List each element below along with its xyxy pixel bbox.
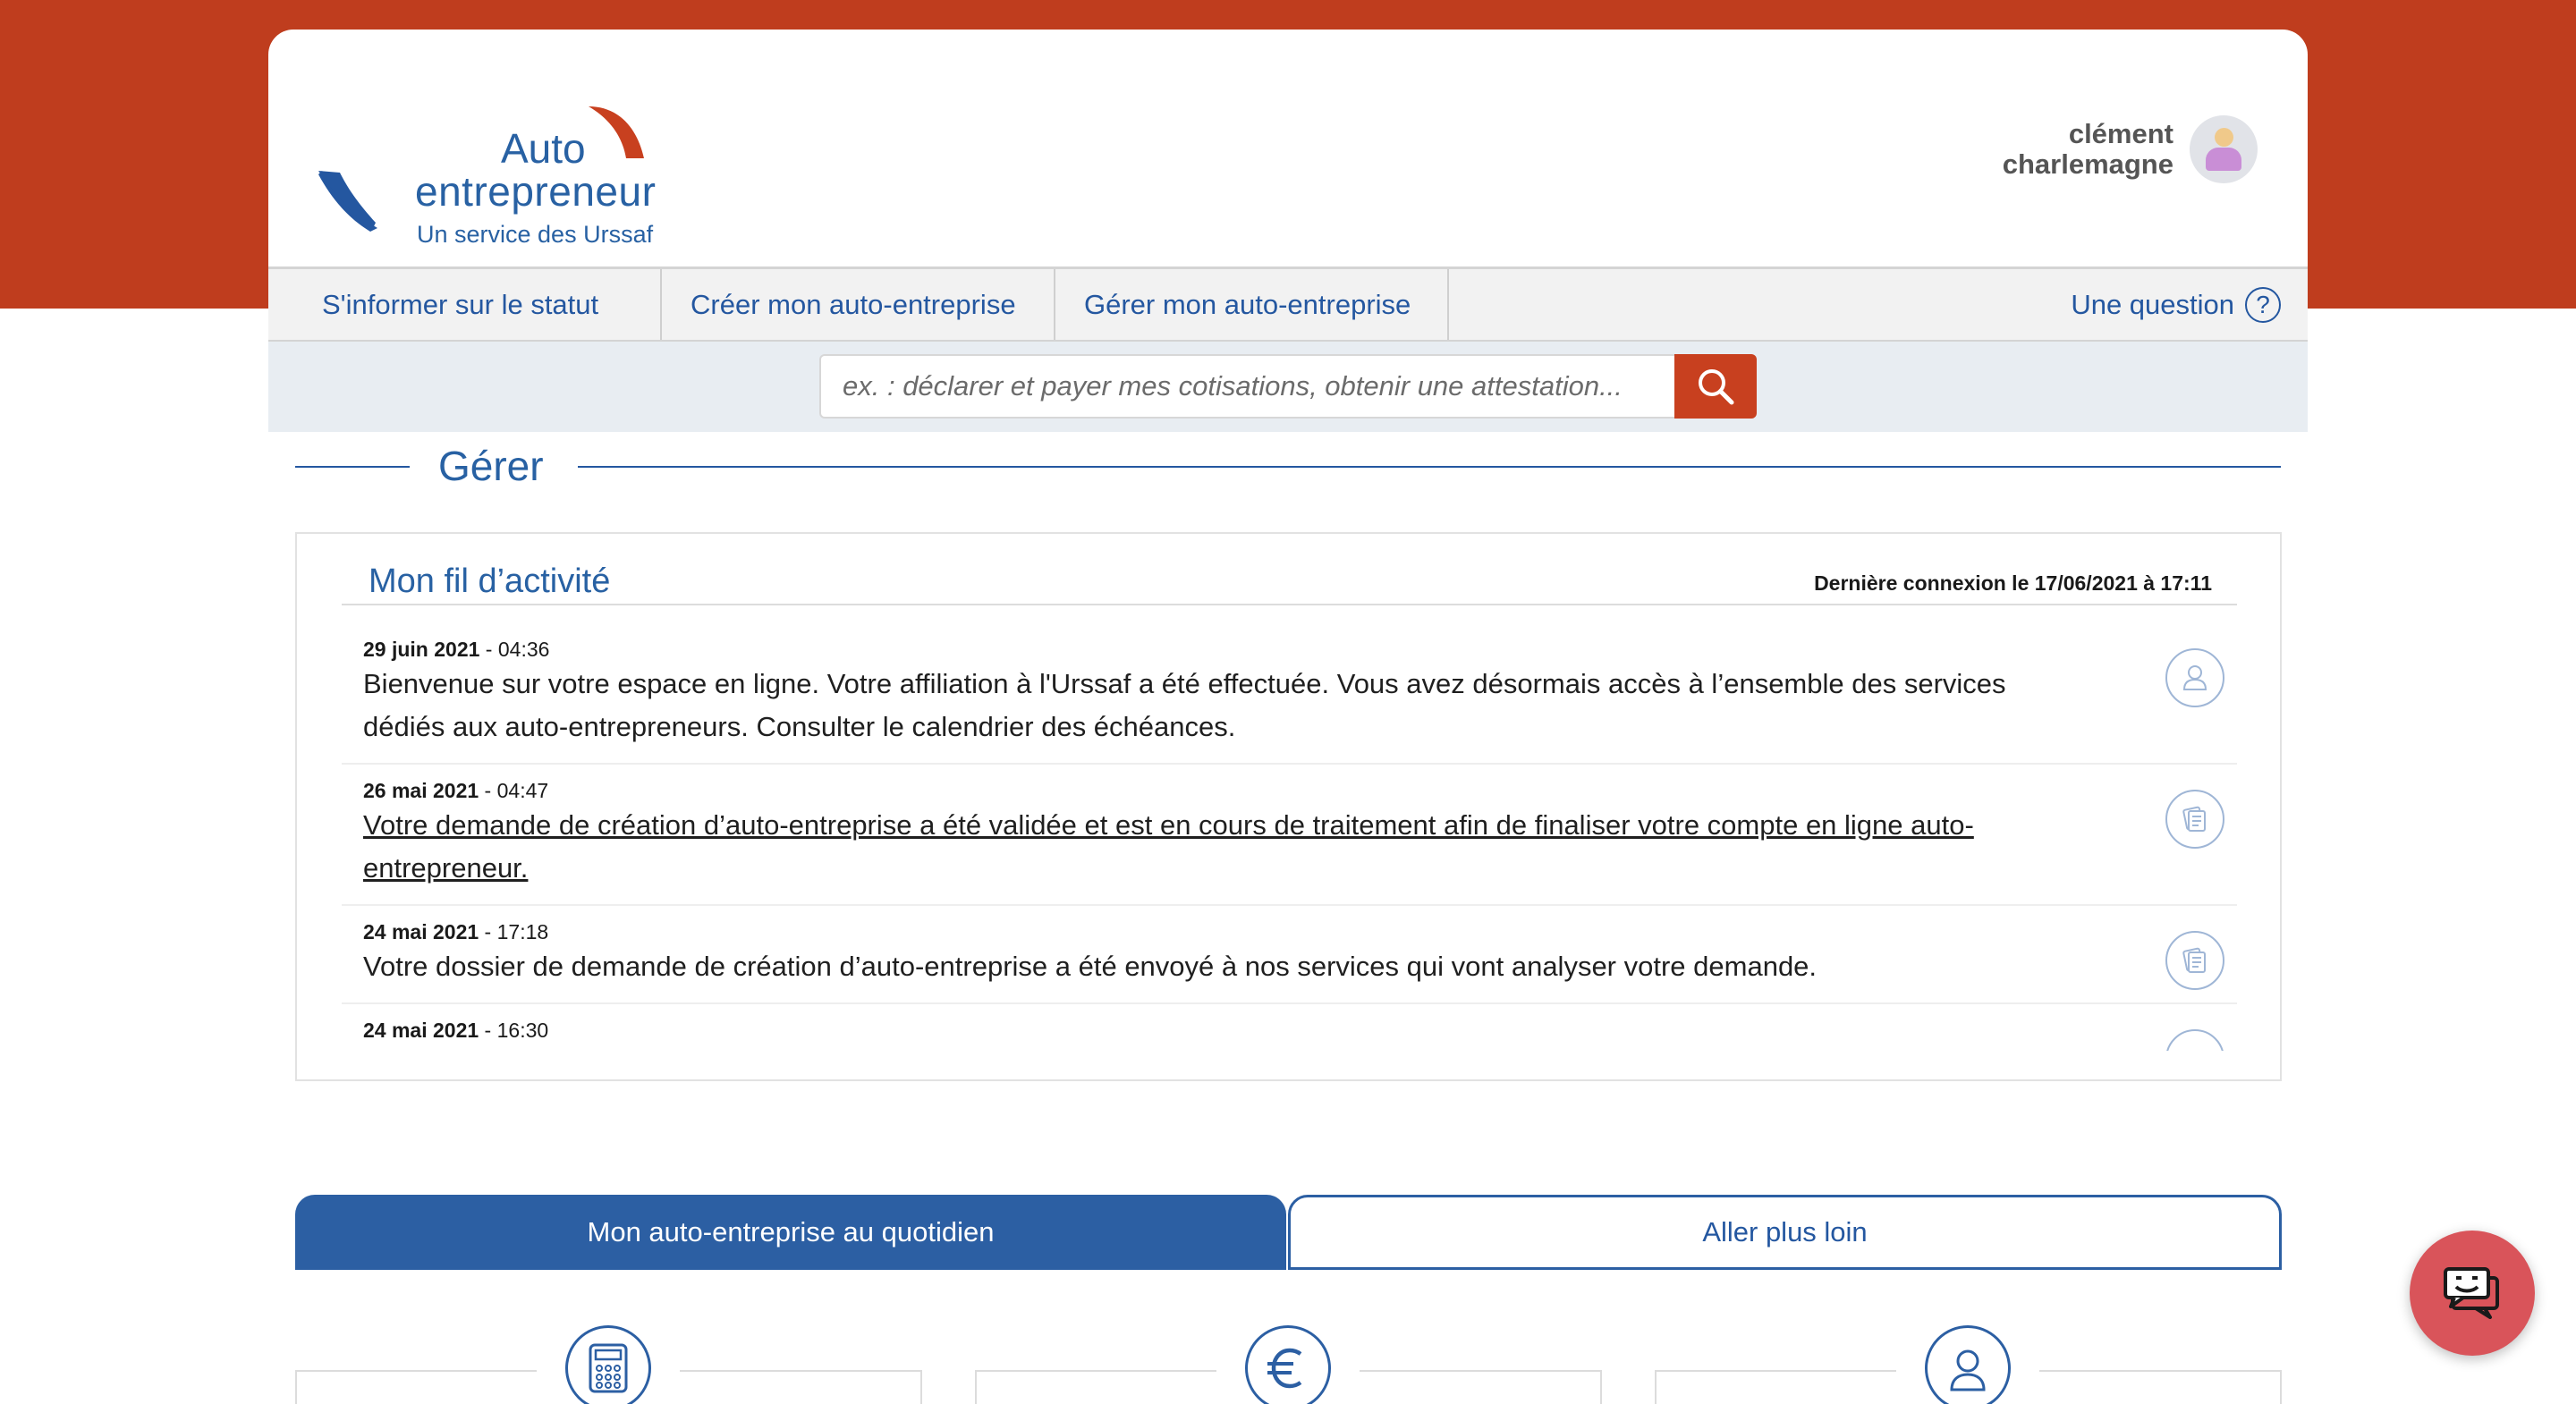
activity-header: Mon fil d’activité Dernière connexion le…: [342, 561, 2237, 605]
user-icon: [2165, 648, 2224, 707]
feature-card-euro[interactable]: [975, 1325, 1602, 1404]
activity-text: Votre dossier de demande de création d’a…: [363, 951, 1818, 982]
document-icon: [2165, 790, 2224, 849]
question-label: Une question: [2071, 288, 2234, 320]
last-connection: Dernière connexion le 17/06/2021 à 17:11: [1814, 571, 2212, 595]
question-icon: ?: [2245, 286, 2281, 323]
search-bar: [268, 342, 2308, 432]
section-title-line-right: [578, 466, 2281, 468]
activity-date-day: 26 mai 2021: [363, 779, 479, 802]
main-nav: S'informer sur le statut Créer mon auto-…: [268, 266, 2308, 342]
user-name[interactable]: clément charlemagne: [2003, 119, 2174, 180]
section-title-text: Gérer: [438, 443, 544, 489]
user-icon: [2165, 1029, 2224, 1051]
activity-title: Mon fil d’activité: [369, 562, 611, 600]
avatar-body: [2206, 148, 2241, 171]
activity-list[interactable]: 29 juin 2021 - 04:36 Bienvenue sur votre…: [342, 623, 2237, 1051]
activity-date-time: - 04:47: [479, 779, 549, 802]
dashboard-tabs: Mon auto-entreprise au quotidien Aller p…: [295, 1195, 2282, 1270]
tab-quotidien[interactable]: Mon auto-entreprise au quotidien: [295, 1195, 1286, 1270]
activity-date-day: 29 juin 2021: [363, 638, 480, 661]
activity-link[interactable]: Votre demande de création d’auto-entrepr…: [363, 804, 2058, 890]
activity-date-time: - 16:30: [479, 1019, 549, 1042]
avatar[interactable]: [2190, 115, 2258, 183]
logo-tagline: Un service des Urssaf: [417, 221, 654, 248]
activity-panel: Mon fil d’activité Dernière connexion le…: [295, 532, 2282, 1081]
activity-date-time: - 17:18: [479, 920, 549, 943]
nav-item-gerer[interactable]: Gérer mon auto-entreprise: [1055, 269, 1449, 340]
tab-aller-plus-loin[interactable]: Aller plus loin: [1288, 1195, 2282, 1270]
activity-date-time: - 04:36: [479, 638, 550, 661]
avatar-head: [2215, 128, 2233, 147]
user-last-name: charlemagne: [2002, 148, 2174, 180]
feature-card-calculator[interactable]: [295, 1325, 922, 1404]
activity-item: 26 mai 2021 - 04:47 Votre demande de cré…: [342, 765, 2237, 906]
logo-swoosh-icon: [318, 106, 644, 232]
activity-item: 24 mai 2021 - 16:30: [342, 1004, 2237, 1051]
chat-icon: [2444, 1267, 2499, 1319]
logo-text-auto: Auto: [501, 125, 586, 172]
user-menu[interactable]: clément charlemagne: [2003, 115, 2258, 183]
section-title: Gérer: [295, 438, 2281, 492]
header-card: Auto entrepreneur Un service des Urssaf …: [268, 30, 2308, 432]
section-title-line-left: [295, 466, 410, 468]
user-icon: [1925, 1325, 2011, 1404]
euro-icon: [1245, 1325, 1331, 1404]
search-input[interactable]: [819, 354, 1674, 419]
activity-item: 24 mai 2021 - 17:18 Votre dossier de dem…: [342, 906, 2237, 1004]
calculator-icon: [565, 1325, 651, 1404]
activity-date: 26 mai 2021 - 04:47: [363, 777, 2058, 804]
question-link[interactable]: Une question ?: [2071, 269, 2308, 340]
activity-text: Bienvenue sur votre espace en ligne. Vot…: [363, 668, 2006, 742]
activity-date-day: 24 mai 2021: [363, 920, 479, 943]
user-first-name: clément: [2068, 118, 2174, 149]
activity-date-day: 24 mai 2021: [363, 1019, 479, 1042]
search-button[interactable]: [1674, 354, 1757, 419]
feature-card-user[interactable]: [1655, 1325, 2282, 1404]
chat-button[interactable]: [2410, 1231, 2535, 1356]
search-icon: [1699, 369, 1734, 405]
logo-text-entrepreneur: entrepreneur: [415, 168, 657, 215]
activity-date: 29 juin 2021 - 04:36: [363, 636, 2058, 663]
nav-item-creer[interactable]: Créer mon auto-entreprise: [662, 269, 1055, 340]
document-icon: [2165, 931, 2224, 990]
logo[interactable]: Auto entrepreneur Un service des Urssaf: [304, 72, 680, 247]
nav-item-informer[interactable]: S'informer sur le statut: [268, 269, 662, 340]
activity-item: 29 juin 2021 - 04:36 Bienvenue sur votre…: [342, 623, 2237, 765]
activity-date: 24 mai 2021 - 17:18: [363, 918, 2058, 945]
activity-date: 24 mai 2021 - 16:30: [363, 1017, 2058, 1044]
